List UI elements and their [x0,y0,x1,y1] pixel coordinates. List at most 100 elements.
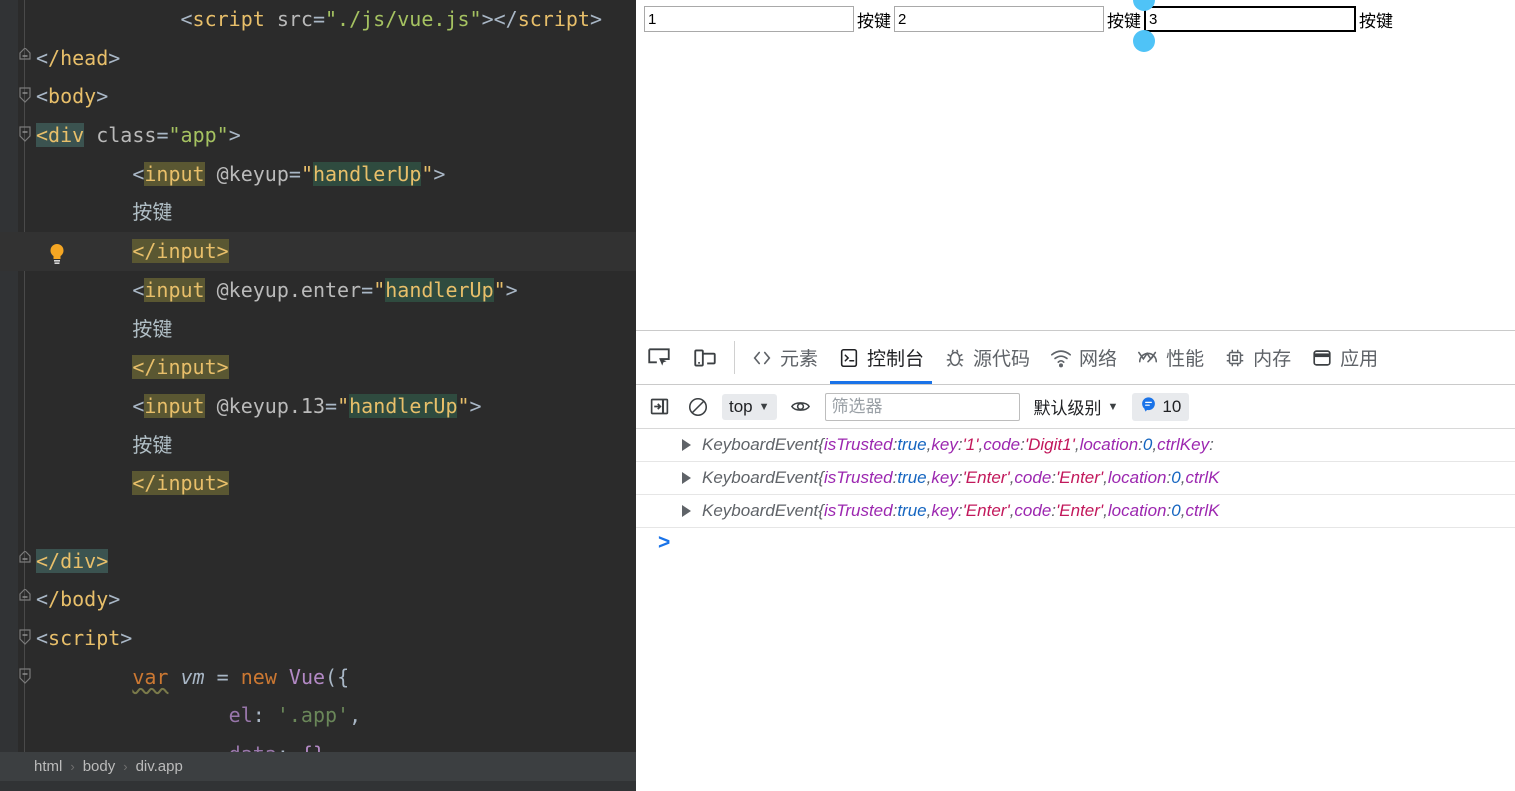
expand-arrow-icon[interactable] [682,505,691,517]
code-line-text: 按键 [132,200,173,225]
clear-console-icon[interactable] [683,392,713,422]
key-input-3[interactable] [1144,6,1356,32]
execution-context-select[interactable]: top ▼ [722,393,777,420]
log-token: code [1014,468,1052,487]
key-input-2[interactable] [894,6,1104,32]
code-line: var vm = new Vue({ [0,658,636,697]
code-line-text: el: '.app', [228,703,362,728]
message-count-badge[interactable]: 10 [1132,392,1190,421]
code-line-text: </body> [36,587,121,612]
context-label: top [729,396,753,416]
tab-sources[interactable]: 源代码 [934,331,1040,384]
log-token: key [931,501,958,520]
log-level-label: 默认级别 [1033,399,1102,418]
devtools-panel: 元素 控制台 源代码 网络 性能 内存 应用 top ▼ 筛选器 默认级别 ▼ … [636,330,1515,791]
code-line-text: <input @keyup.13="handlerUp"> [132,393,482,418]
live-expression-icon[interactable] [786,392,816,422]
code-line: el: '.app', [0,696,636,735]
console-prompt-row[interactable]: > [636,528,1515,558]
log-token: key [931,435,958,454]
code-line-text: </input> [132,471,229,496]
code-editor-panel[interactable]: <script src="./js/vue.js"></script> </hea… [0,0,636,791]
device-toolbar-icon[interactable] [682,331,728,384]
log-token: key [931,468,958,487]
log-token: : [1209,435,1214,454]
console-log-row[interactable]: KeyboardEvent {isTrusted: true, key: 'En… [636,495,1515,528]
code-line: </div> [0,542,636,581]
tab-label-network: 网络 [1079,349,1118,370]
console-filter-input[interactable] [824,392,1020,421]
code-line: 按键 [0,310,636,349]
gauge-icon [1137,347,1159,369]
input-wrapper-1 [644,6,854,32]
log-token: 'Digit1' [1024,435,1075,454]
code-content[interactable]: <script src="./js/vue.js"></script> </hea… [0,0,636,766]
code-line-text: 按键 [132,316,173,341]
tab-label-performance: 性能 [1166,349,1205,370]
console-icon [838,347,860,369]
window-icon [1311,347,1333,369]
log-token: ctrlK [1185,468,1220,487]
expand-arrow-icon[interactable] [682,439,691,451]
log-token: 'Enter' [1056,501,1104,520]
code-line: </head> [0,39,636,78]
breadcrumb-item[interactable]: html [34,758,62,775]
fold-start-icon[interactable] [18,667,32,687]
code-line-text: <script src="./js/vue.js"></script> [180,7,603,31]
code-line-text: </div> [36,548,109,573]
breadcrumb-item[interactable]: body [83,758,116,775]
log-object-class: KeyboardEvent [702,435,819,454]
console-log-row[interactable]: KeyboardEvent {isTrusted: true, key: 'En… [636,462,1515,495]
tab-performance[interactable]: 性能 [1127,331,1214,384]
log-token: true [897,435,927,454]
log-object-class: KeyboardEvent [702,501,819,520]
log-token: '1' [962,435,979,454]
log-token: ctrlK [1185,501,1220,520]
log-token: isTrusted [823,501,893,520]
panel-toggle-icon[interactable] [644,392,674,422]
code-line-text: var vm = new Vue({ [132,664,350,689]
devtools-tabbar: 元素 控制台 源代码 网络 性能 内存 应用 [636,331,1515,385]
log-object-class: KeyboardEvent [702,468,819,487]
console-log-area[interactable]: KeyboardEvent {isTrusted: true, key: '1'… [636,429,1515,791]
breadcrumb-item[interactable]: div.app [136,758,183,775]
fold-end-icon[interactable] [18,589,32,609]
tab-network[interactable]: 网络 [1040,331,1127,384]
wifi-icon [1050,347,1072,369]
tab-label-application: 应用 [1340,349,1379,370]
fold-end-icon[interactable] [18,47,32,68]
tab-console[interactable]: 控制台 [828,331,934,384]
tab-label-memory: 内存 [1253,349,1292,370]
code-line-text: 按键 [132,432,173,457]
editor-bottom-strip [0,781,636,791]
code-line: <input @keyup="handlerUp"> [0,155,636,194]
tab-application[interactable]: 应用 [1301,331,1388,384]
expand-arrow-icon[interactable] [682,472,691,484]
console-log-row[interactable]: KeyboardEvent {isTrusted: true, key: '1'… [636,429,1515,462]
fold-start-icon[interactable] [18,125,32,145]
key-input-1[interactable] [644,6,854,32]
lightbulb-icon[interactable] [46,239,68,265]
code-line: <script> [0,619,636,658]
log-level-select[interactable]: 默认级别 ▼ [1029,391,1124,422]
tab-memory[interactable]: 内存 [1214,331,1301,384]
tab-label-console: 控制台 [867,349,925,370]
selection-handle-bottom [1133,30,1155,52]
code-line: </input> [0,232,636,271]
breadcrumb-separator: › [70,759,75,774]
fold-start-icon[interactable] [18,628,32,648]
log-token: 'Enter' [1056,468,1104,487]
inspect-element-icon[interactable] [636,331,682,384]
code-line: </input> [0,464,636,503]
key-label-3: 按键 [1359,11,1393,31]
key-inputs-row: 按键 按键 按键 [644,0,1515,52]
tab-elements[interactable]: 元素 [741,331,828,384]
code-line: <script src="./js/vue.js"></script> [0,0,636,39]
message-count: 10 [1162,396,1182,416]
key-label-2: 按键 [1107,11,1141,31]
fold-start-icon[interactable] [18,86,32,106]
breadcrumb-separator: › [123,759,128,774]
log-token: true [897,468,927,487]
fold-end-icon[interactable] [18,550,32,571]
